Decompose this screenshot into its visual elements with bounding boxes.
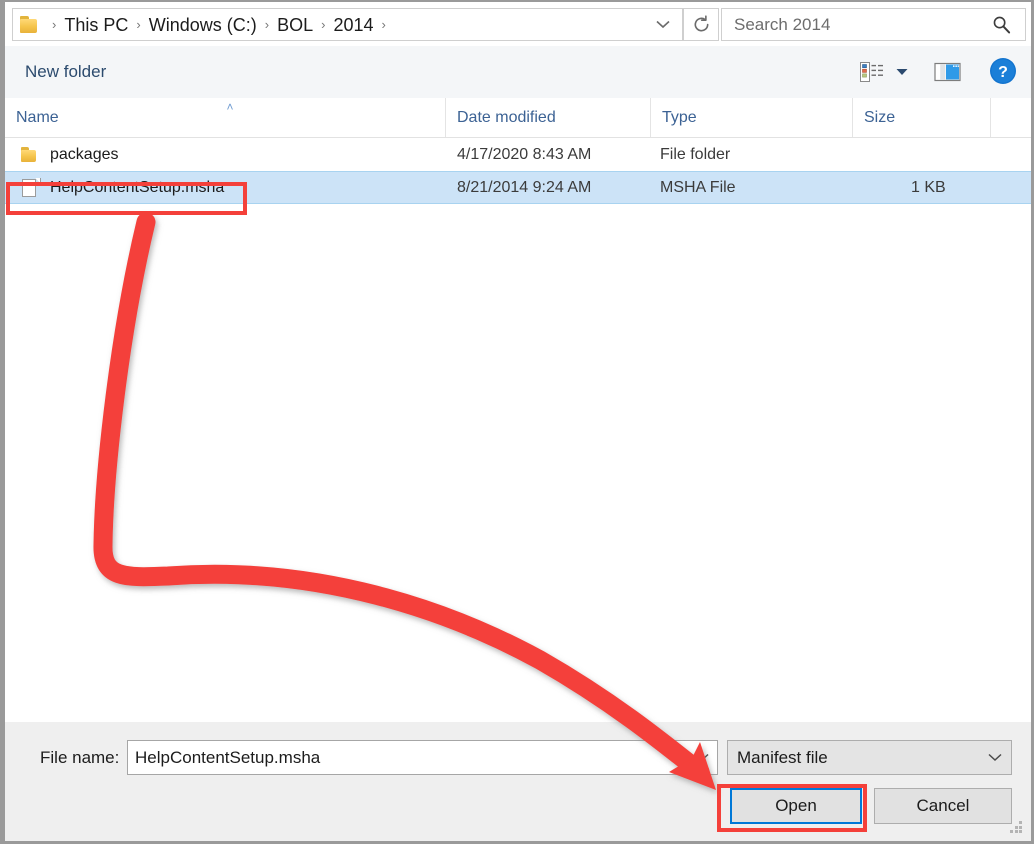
search-box[interactable]: Search 2014: [721, 8, 1026, 41]
open-button-label: Open: [775, 796, 817, 816]
cancel-button[interactable]: Cancel: [874, 788, 1012, 824]
file-type-cell: MSHA File: [660, 171, 736, 204]
search-icon[interactable]: [992, 15, 1011, 34]
file-type-value[interactable]: Manifest file: [728, 748, 979, 768]
breadcrumb-separator: ›: [375, 18, 391, 31]
file-date-cell: 8/21/2014 9:24 AM: [457, 171, 591, 204]
dialog-footer: File name: HelpContentSetup.msha Manifes…: [5, 722, 1031, 841]
column-header-spacer: [991, 98, 1031, 137]
svg-text:?: ?: [998, 64, 1008, 81]
breadcrumb-item-bol[interactable]: BOL: [275, 16, 315, 34]
breadcrumb-item-2014[interactable]: 2014: [331, 16, 375, 34]
change-view-button[interactable]: [857, 58, 887, 86]
column-header-name[interactable]: Name ˄: [5, 98, 446, 137]
sort-ascending-indicator: ˄: [223, 101, 237, 113]
file-name-label: File name:: [40, 748, 119, 768]
open-button[interactable]: Open: [730, 788, 862, 824]
file-date-cell: 4/17/2020 8:43 AM: [457, 138, 591, 171]
refresh-button[interactable]: [683, 8, 719, 41]
help-icon: ?: [989, 57, 1017, 85]
column-header-type-label: Type: [662, 109, 697, 127]
column-header-date-modified[interactable]: Date modified: [446, 98, 651, 137]
breadcrumb-separator: ›: [315, 18, 331, 31]
command-toolbar: New folder: [5, 46, 1031, 98]
file-type-select[interactable]: Manifest file: [727, 740, 1012, 775]
folder-icon: [19, 145, 41, 165]
file-list-area: Name ˄ Date modified Type Size packages: [5, 98, 1031, 722]
preview-pane-icon: [934, 61, 962, 83]
chevron-down-icon: [896, 68, 908, 76]
file-name-dropdown-button[interactable]: [687, 753, 717, 762]
file-name-value[interactable]: HelpContentSetup.msha: [128, 748, 687, 768]
chevron-down-icon: [988, 753, 1002, 762]
column-header-size[interactable]: Size: [853, 98, 991, 137]
file-rows: packages 4/17/2020 8:43 AM File folder H…: [5, 138, 1031, 204]
column-header-date-modified-label: Date modified: [457, 109, 556, 127]
file-type-cell: File folder: [660, 138, 730, 171]
new-folder-label: New folder: [25, 62, 106, 82]
preview-pane-button[interactable]: [933, 58, 963, 86]
document-icon: [19, 178, 41, 198]
folder-icon: [20, 16, 40, 33]
chevron-down-icon: [695, 753, 709, 762]
file-type-dropdown-icon[interactable]: [979, 753, 1011, 762]
file-name-cell[interactable]: packages: [19, 138, 119, 171]
breadcrumb-item-this-pc[interactable]: This PC: [62, 16, 130, 34]
help-button[interactable]: ?: [988, 56, 1018, 86]
breadcrumb-separator: ›: [46, 18, 62, 31]
column-header-name-label: Name: [16, 109, 59, 127]
file-name-label: packages: [50, 146, 119, 164]
table-row[interactable]: packages 4/17/2020 8:43 AM File folder: [5, 138, 1031, 171]
column-header-size-label: Size: [864, 109, 895, 127]
table-row[interactable]: HelpContentSetup.msha 8/21/2014 9:24 AM …: [5, 171, 1031, 204]
navigation-bar: › This PC › Windows (C:) › BOL › 2014 › …: [5, 2, 1031, 46]
list-view-icon: [859, 60, 885, 84]
chevron-down-icon: [656, 20, 670, 29]
cancel-button-label: Cancel: [917, 796, 970, 816]
breadcrumb-separator: ›: [130, 18, 146, 31]
search-input[interactable]: Search 2014: [722, 15, 992, 35]
address-dropdown-button[interactable]: [643, 8, 683, 41]
column-header-row: Name ˄ Date modified Type Size: [5, 98, 1031, 138]
view-options-dropdown-button[interactable]: [891, 58, 913, 86]
breadcrumb-item-windows-c[interactable]: Windows (C:): [147, 16, 259, 34]
breadcrumb-separator: ›: [259, 18, 275, 31]
file-name-input[interactable]: HelpContentSetup.msha: [127, 740, 718, 775]
file-size-cell: 1 KB: [911, 171, 946, 204]
file-name-cell[interactable]: HelpContentSetup.msha: [19, 171, 224, 204]
refresh-icon: [692, 15, 711, 34]
address-bar[interactable]: › This PC › Windows (C:) › BOL › 2014 ›: [12, 8, 683, 41]
file-open-dialog: › This PC › Windows (C:) › BOL › 2014 › …: [0, 0, 1034, 844]
resize-grip-icon[interactable]: [1010, 821, 1023, 834]
file-name-label: HelpContentSetup.msha: [50, 179, 224, 197]
column-header-type[interactable]: Type: [651, 98, 853, 137]
new-folder-button[interactable]: New folder: [17, 58, 114, 86]
